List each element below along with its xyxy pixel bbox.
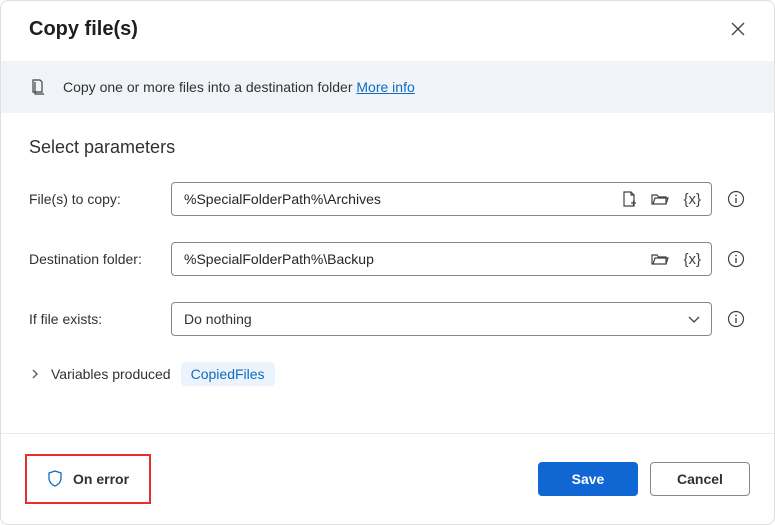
destination-select-folder-button[interactable] bbox=[649, 249, 671, 269]
variable-icon: {x} bbox=[683, 251, 701, 268]
on-error-label: On error bbox=[73, 471, 129, 487]
destination-insert-variable-button[interactable]: {x} bbox=[681, 249, 703, 270]
cancel-button[interactable]: Cancel bbox=[650, 462, 750, 496]
chevron-down-icon bbox=[687, 312, 701, 326]
on-error-highlight: On error bbox=[25, 454, 151, 504]
save-button[interactable]: Save bbox=[538, 462, 638, 496]
folder-open-icon bbox=[651, 191, 669, 207]
destination-label: Destination folder: bbox=[29, 251, 157, 267]
variables-produced-label: Variables produced bbox=[51, 366, 171, 382]
info-banner: Copy one or more files into a destinatio… bbox=[1, 61, 774, 113]
destination-input[interactable] bbox=[184, 251, 649, 267]
more-info-link[interactable]: More info bbox=[356, 79, 414, 95]
info-icon bbox=[727, 190, 745, 208]
footer-actions: Save Cancel bbox=[538, 462, 750, 496]
ifexists-help-button[interactable] bbox=[726, 310, 746, 328]
file-add-icon bbox=[621, 191, 637, 207]
insert-variable-button[interactable]: {x} bbox=[681, 189, 703, 210]
if-file-exists-select[interactable]: Do nothing bbox=[171, 302, 712, 336]
info-icon bbox=[727, 250, 745, 268]
files-to-copy-row: File(s) to copy: {x} bbox=[29, 182, 746, 216]
folder-open-icon bbox=[651, 251, 669, 267]
destination-input-wrap: {x} bbox=[171, 242, 712, 276]
select-file-button[interactable] bbox=[619, 189, 639, 209]
shield-icon bbox=[47, 470, 63, 488]
files-to-copy-input-wrap: {x} bbox=[171, 182, 712, 216]
copy-file-icon bbox=[29, 77, 49, 97]
dialog-title: Copy file(s) bbox=[29, 18, 138, 41]
info-banner-text: Copy one or more files into a destinatio… bbox=[63, 79, 356, 95]
dialog-header: Copy file(s) bbox=[1, 1, 774, 61]
if-file-exists-label: If file exists: bbox=[29, 311, 157, 327]
info-icon bbox=[727, 310, 745, 328]
if-file-exists-value: Do nothing bbox=[184, 311, 252, 327]
section-title: Select parameters bbox=[29, 137, 746, 158]
select-folder-button[interactable] bbox=[649, 189, 671, 209]
destination-icons: {x} bbox=[649, 249, 703, 270]
close-icon bbox=[730, 21, 746, 37]
chevron-right-icon bbox=[29, 368, 41, 380]
variable-icon: {x} bbox=[683, 191, 701, 208]
dialog-footer: On error Save Cancel bbox=[1, 433, 774, 524]
destination-row: Destination folder: {x} bbox=[29, 242, 746, 276]
variables-produced-row: Variables produced CopiedFiles bbox=[29, 362, 746, 386]
destination-help-button[interactable] bbox=[726, 250, 746, 268]
files-to-copy-icons: {x} bbox=[619, 189, 703, 210]
variables-expand-toggle[interactable] bbox=[29, 368, 41, 380]
on-error-button[interactable]: On error bbox=[33, 462, 143, 496]
files-help-button[interactable] bbox=[726, 190, 746, 208]
info-banner-text-wrap: Copy one or more files into a destinatio… bbox=[63, 79, 415, 95]
files-to-copy-input[interactable] bbox=[184, 191, 619, 207]
variable-chip-copiedfiles[interactable]: CopiedFiles bbox=[181, 362, 275, 386]
close-button[interactable] bbox=[726, 17, 750, 41]
if-file-exists-row: If file exists: Do nothing bbox=[29, 302, 746, 336]
files-to-copy-label: File(s) to copy: bbox=[29, 191, 157, 207]
dialog-content: Select parameters File(s) to copy: {x} bbox=[1, 113, 774, 433]
